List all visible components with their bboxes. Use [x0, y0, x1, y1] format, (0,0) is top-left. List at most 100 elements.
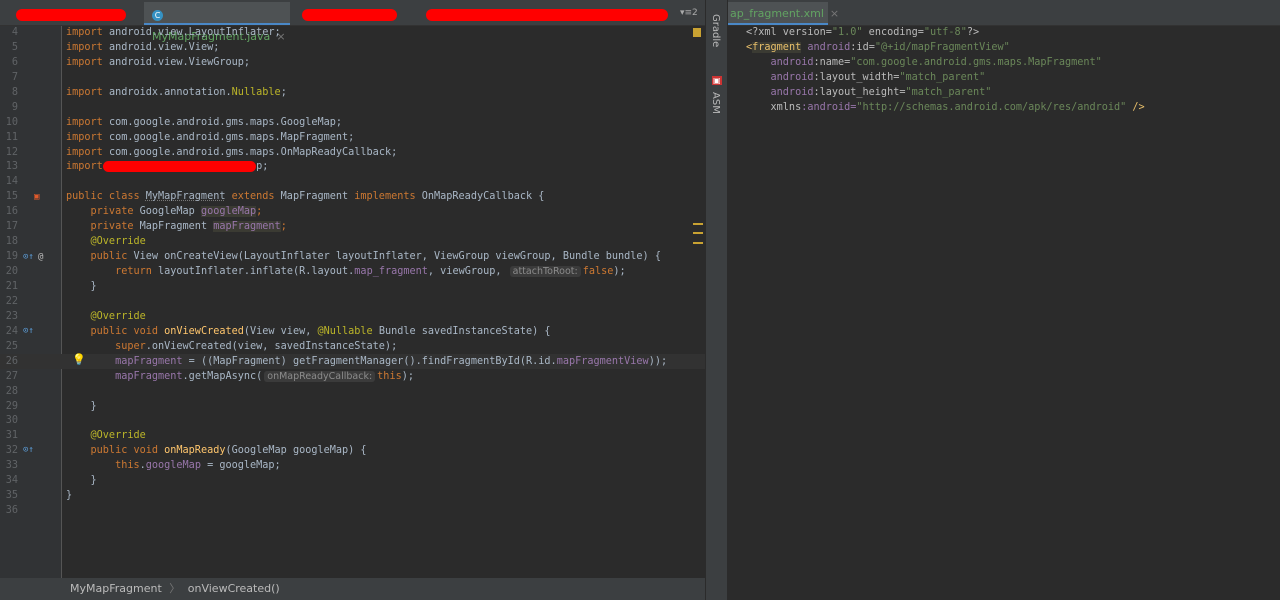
tab-overflow-button[interactable]: ▾≡2 — [678, 2, 704, 25]
code-line[interactable]: 34 } — [0, 473, 705, 488]
code-token: import — [66, 161, 103, 173]
java-class-icon: C — [152, 10, 163, 21]
line-number: 24 — [5, 325, 18, 337]
class-run-icon[interactable]: ▣ — [34, 190, 39, 205]
code-line[interactable]: 23 @Override — [0, 309, 705, 324]
code-line[interactable]: android:layout_height="match_parent" — [728, 85, 1280, 100]
code-line[interactable]: 25 super.onViewCreated(view, savedInstan… — [0, 339, 705, 354]
code-line[interactable]: 6 import android.view.ViewGroup; — [0, 55, 705, 70]
code-line[interactable]: 24 public void onViewCreated(View view, … — [0, 324, 705, 339]
code-line[interactable]: 13 import p; — [0, 159, 705, 174]
code-line[interactable]: 27 mapFragment.getMapAsync(onMapReadyCal… — [0, 369, 705, 384]
code-line[interactable]: android:layout_width="match_parent" — [728, 70, 1280, 85]
code-line[interactable]: 15 public class MyMapFragment extends Map… — [0, 189, 705, 204]
code-text: xmlns:android="http://schemas.android.co… — [746, 100, 1145, 115]
code-line[interactable]: 30 — [0, 413, 705, 428]
code-token: MyMapFragment — [145, 191, 226, 203]
code-token: android — [746, 56, 814, 68]
breadcrumb-method[interactable]: onViewCreated() — [188, 582, 280, 595]
marker[interactable] — [693, 223, 703, 225]
code-line[interactable]: 14 — [0, 174, 705, 189]
code-text: mapFragment = ((MapFragment) getFragment… — [66, 354, 667, 369]
close-icon[interactable]: × — [830, 7, 839, 20]
parameter-hint: onMapReadyCallback: — [264, 370, 376, 382]
code-line[interactable]: <?xml version="1.0" encoding="utf-8"?> — [728, 25, 1280, 40]
code-line[interactable]: 36 — [0, 503, 705, 518]
xml-tab-bar: ap_fragment.xml × — [728, 0, 1280, 26]
code-line[interactable]: <fragment android:id="@+id/mapFragmentVi… — [728, 40, 1280, 55]
tab-redacted-1[interactable] — [4, 2, 144, 25]
code-text: public void onMapReady(GoogleMap googleM… — [66, 443, 367, 458]
tab-mymapfragment-java[interactable]: CMyMapFragment.java × — [144, 2, 290, 43]
code-line[interactable]: 20 return layoutInflater.inflate(R.layou… — [0, 264, 705, 279]
code-line[interactable]: 5 import android.view.View; — [0, 40, 705, 55]
code-token: } — [66, 475, 97, 487]
code-text: super.onViewCreated(view, savedInstanceS… — [66, 339, 397, 354]
code-token: com.google.android.gms.maps.MapFragment; — [102, 131, 355, 143]
breadcrumb-class[interactable]: MyMapFragment — [70, 582, 162, 595]
tab-redacted-3[interactable] — [418, 2, 676, 25]
line-number: 36 — [5, 505, 18, 517]
code-line[interactable]: 22 — [0, 294, 705, 309]
code-line[interactable]: 21 } — [0, 279, 705, 294]
code-token: @Override — [66, 430, 146, 442]
code-token: android — [746, 71, 814, 83]
code-line[interactable]: 7 — [0, 70, 705, 85]
code-token: :android= — [801, 101, 857, 113]
code-line[interactable]: 26 mapFragment = ((MapFragment) getFragm… — [0, 353, 705, 369]
code-line[interactable]: 16 private GoogleMap googleMap; — [0, 204, 705, 219]
xml-editor[interactable]: <?xml version="1.0" encoding="utf-8"?> <f… — [728, 26, 1280, 578]
error-stripe[interactable] — [693, 26, 703, 578]
code-line[interactable]: 31 @Override — [0, 428, 705, 443]
line-number: 31 — [5, 430, 18, 442]
line-number: 10 — [5, 116, 18, 128]
code-text: android:layout_width="match_parent" — [746, 70, 986, 85]
code-token: "@+id/mapFragmentView" — [874, 41, 1010, 53]
code-line[interactable]: 10 import com.google.android.gms.maps.Goo… — [0, 115, 705, 130]
line-number: 20 — [5, 266, 18, 278]
code-line[interactable]: 33 this.googleMap = googleMap; — [0, 458, 705, 473]
code-token: com.google.android.gms.maps.OnMapReadyCa… — [102, 146, 398, 158]
code-line[interactable]: 4 import android.view.LayoutInflater; — [0, 25, 705, 40]
line-number: 18 — [5, 236, 18, 248]
code-line[interactable]: 8 import androidx.annotation.Nullable; — [0, 85, 705, 100]
code-token: Bundle savedInstanceState) { — [372, 325, 551, 337]
code-line[interactable]: 29 } — [0, 399, 705, 414]
asm-icon: ▣ — [712, 76, 722, 85]
code-token: onViewCreated — [164, 325, 244, 337]
code-line[interactable]: 11 import com.google.android.gms.maps.Map… — [0, 130, 705, 145]
code-line[interactable]: 28 — [0, 384, 705, 399]
code-token: googleMap — [145, 460, 201, 472]
gradle-tool-button[interactable]: Gradle — [710, 14, 721, 47]
code-line[interactable]: xmlns:android="http://schemas.android.co… — [728, 100, 1280, 115]
marker[interactable] — [693, 242, 703, 244]
code-line[interactable]: android:name="com.google.android.gms.map… — [728, 55, 1280, 70]
lightbulb-icon[interactable]: 💡 — [72, 352, 86, 367]
code-line[interactable]: 12 import com.google.android.gms.maps.OnM… — [0, 145, 705, 160]
code-line[interactable]: 9 — [0, 100, 705, 115]
code-token: android — [801, 41, 851, 53]
asm-tool-button[interactable]: ASM — [710, 92, 721, 114]
code-token: "com.google.android.gms.maps.MapFragment… — [850, 56, 1102, 68]
code-token: View — [133, 251, 165, 263]
warning-marker[interactable] — [693, 28, 701, 37]
code-token: android.view.LayoutInflater; — [102, 27, 281, 38]
code-line[interactable]: 17 private MapFragment mapFragment; — [0, 219, 705, 234]
code-token: MapFragment — [139, 221, 214, 233]
code-token: OnMapReadyCallback { — [421, 191, 545, 203]
line-number: 35 — [5, 490, 18, 502]
code-token: (GoogleMap googleMap) { — [225, 445, 367, 457]
code-line[interactable]: 18 @Override — [0, 234, 705, 249]
override-icon[interactable]: ⊙↑ — [23, 250, 34, 265]
code-line[interactable]: 19 public View onCreateView(LayoutInflat… — [0, 249, 705, 264]
override-icon[interactable]: ⊙↑ — [23, 324, 34, 339]
code-token: super — [66, 340, 146, 352]
code-line[interactable]: 32 public void onMapReady(GoogleMap goog… — [0, 443, 705, 458]
tab-redacted-2[interactable] — [292, 2, 414, 25]
override-icon[interactable]: ⊙↑ — [23, 443, 34, 458]
java-editor[interactable]: 4 import android.view.LayoutInflater; 5 imp… — [0, 26, 705, 578]
marker[interactable] — [693, 232, 703, 234]
code-line[interactable]: 35} — [0, 488, 705, 503]
code-text: } — [66, 488, 72, 503]
tab-map-fragment-xml[interactable]: ap_fragment.xml × — [728, 2, 839, 25]
